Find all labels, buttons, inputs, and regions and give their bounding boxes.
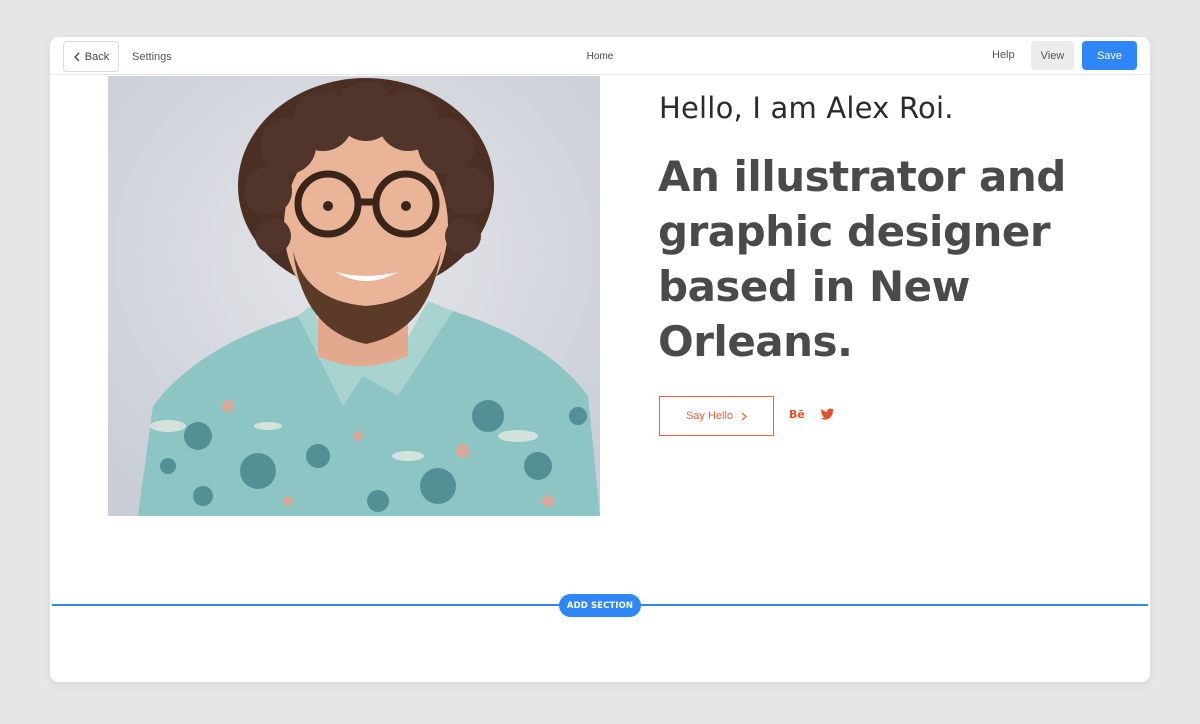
editor-toolbar: Back Settings Home Help View Save bbox=[50, 37, 1150, 75]
help-link[interactable]: Help bbox=[992, 49, 1015, 61]
say-hello-button[interactable]: Say Hello bbox=[659, 396, 774, 436]
add-section-button[interactable]: ADD SECTION bbox=[559, 594, 641, 617]
save-button[interactable]: Save bbox=[1082, 41, 1137, 70]
editor-window: Back Settings Home Help View Save Hello,… bbox=[50, 37, 1150, 682]
say-hello-label: Say Hello bbox=[685, 410, 734, 422]
portrait-illustration bbox=[108, 76, 600, 516]
chevron-right-icon bbox=[741, 412, 747, 420]
profile-photo bbox=[108, 76, 600, 516]
intro-heading: Hello, I am Alex Roi. bbox=[659, 91, 954, 125]
behance-icon[interactable]: Bē bbox=[789, 408, 805, 421]
page-title: Home bbox=[586, 51, 614, 62]
view-button[interactable]: View bbox=[1031, 41, 1074, 70]
twitter-icon[interactable] bbox=[820, 408, 835, 421]
hero-headline: An illustrator and graphic designer base… bbox=[658, 152, 1066, 366]
